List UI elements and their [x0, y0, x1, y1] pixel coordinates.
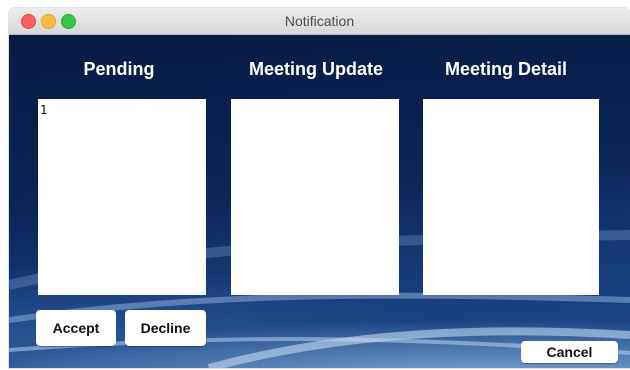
accept-button[interactable]: Accept: [36, 310, 116, 346]
meeting-update-panel[interactable]: [231, 99, 399, 295]
notification-window: Notification Pending Meeting Update Meet…: [9, 8, 630, 368]
cancel-button[interactable]: Cancel: [521, 341, 618, 363]
list-item[interactable]: 1: [40, 103, 204, 117]
meeting-update-heading: Meeting Update: [248, 59, 383, 79]
pending-heading: Pending: [83, 59, 155, 79]
title-bar: Notification: [9, 8, 630, 35]
window-title: Notification: [284, 13, 355, 29]
meeting-detail-panel[interactable]: [423, 99, 599, 295]
meeting-detail-heading: Meeting Detail: [444, 59, 568, 79]
window-content: Pending Meeting Update Meeting Detail 1 …: [9, 35, 630, 368]
pending-list[interactable]: 1: [38, 99, 206, 295]
decline-button[interactable]: Decline: [125, 310, 206, 346]
